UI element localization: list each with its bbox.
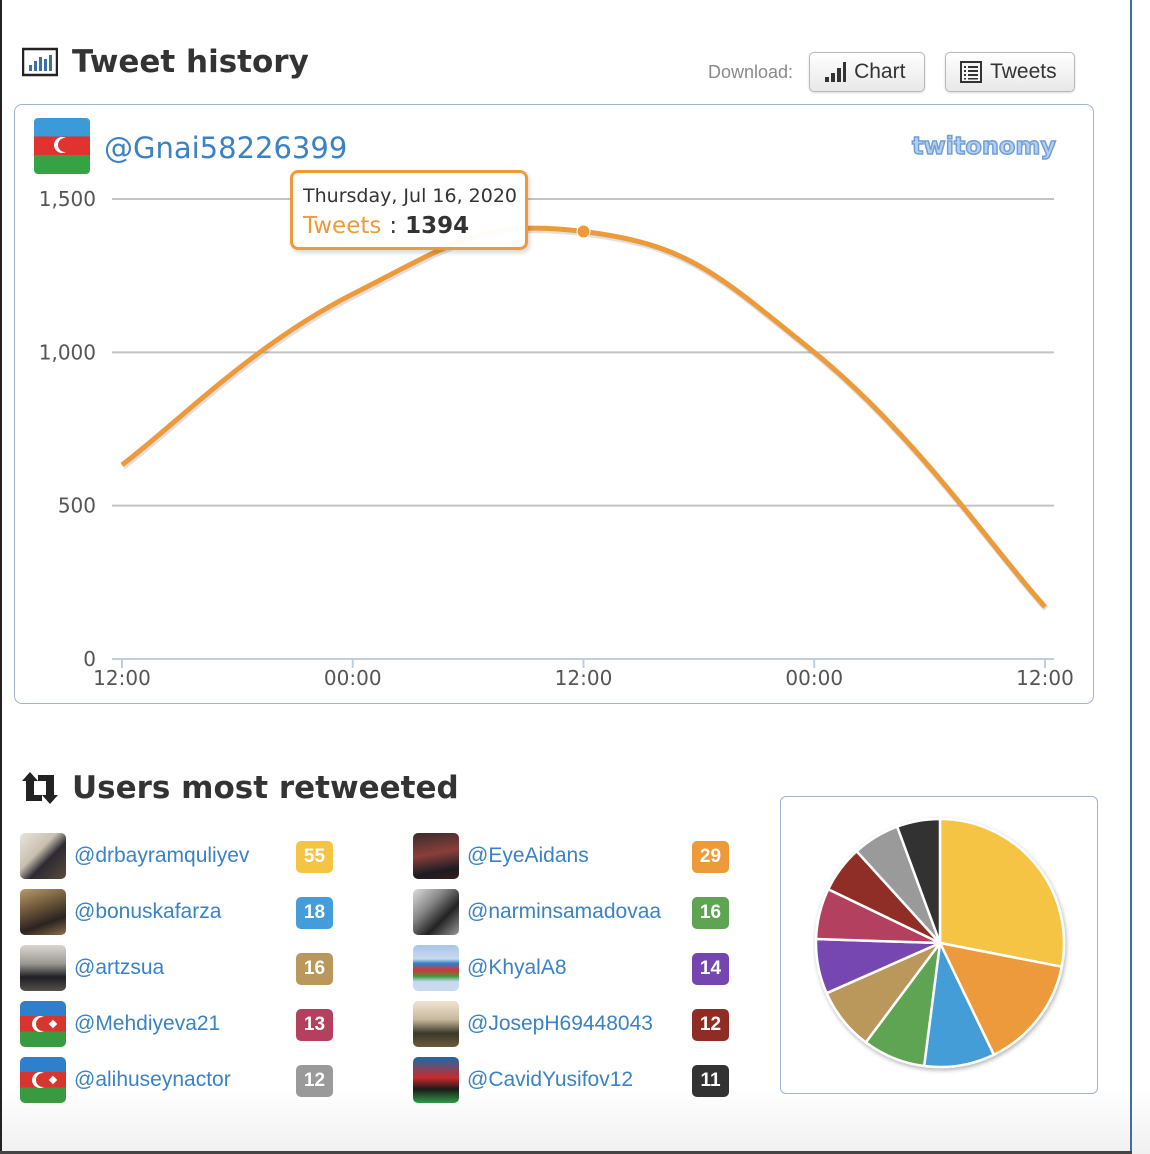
highlighted-data-point[interactable] [576,224,591,239]
user-handle-link[interactable]: @KhyalA8 [467,956,567,980]
retweeted-user-row: @CavidYusifov12 [413,1056,633,1104]
user-handle-link[interactable]: @CavidYusifov12 [467,1068,633,1092]
tooltip-separator: : [389,213,398,239]
user-handle-link[interactable]: @drbayramquliyev [74,844,249,868]
y-tick-label: 1,000 [39,340,96,364]
user-avatar[interactable] [20,945,66,991]
retweeted-user-row: @artzsua [20,944,164,992]
tooltip-value: 1394 [405,213,470,239]
retweet-count-badge: 55 [296,841,333,873]
retweet-count-badge: 29 [692,841,729,873]
retweet-count-badge: 12 [692,1009,729,1041]
user-avatar[interactable] [20,1057,66,1103]
x-tick-label: 12:00 [555,666,613,690]
chart-gridlines [112,198,1054,660]
retweet-count-badge: 11 [692,1065,729,1097]
user-handle-link[interactable]: @bonuskafarza [74,900,221,924]
retweeted-user-row: @EyeAidans [413,832,589,880]
y-axis-ticks: 05001,0001,500 [39,187,96,671]
retweeted-user-row: @Mehdiyeva21 [20,1000,220,1048]
tweet-history-line-chart: 05001,0001,500 12:00 00:00 12:00 00:00 12:00 [39,187,1074,690]
retweeted-user-row: @drbayramquliyev [20,832,249,880]
retweet-icon [22,771,58,805]
user-avatar[interactable] [413,833,459,879]
user-handle-link[interactable]: @JosepH69448043 [467,1012,653,1036]
retweet-count-badge: 16 [296,953,333,985]
retweet-count-badge: 12 [296,1065,333,1097]
series-line-shadow [121,227,1049,611]
x-tick-label: 12:00 [93,666,151,690]
retweeted-user-row: @JosepH69448043 [413,1000,653,1048]
chart-tooltip: Thursday, Jul 16, 2020 Tweets:1394 [290,170,528,250]
users-most-retweeted-title: Users most retweeted [22,770,459,806]
chart-series [120,224,1049,611]
pie-slices [814,817,1066,1069]
retweet-count-badge: 14 [692,953,729,985]
user-handle-link[interactable]: @Mehdiyeva21 [74,1012,220,1036]
user-avatar[interactable] [413,1057,459,1103]
x-axis-ticks: 12:00 00:00 12:00 00:00 12:00 [93,659,1074,690]
x-tick-label: 00:00 [785,666,843,690]
retweeted-user-row: @KhyalA8 [413,944,567,992]
user-handle-link[interactable]: @narminsamadovaa [467,900,661,924]
user-avatar[interactable] [413,1001,459,1047]
x-tick-label: 00:00 [324,666,382,690]
retweeted-user-row: @narminsamadovaa [413,888,661,936]
x-tick-label: 12:00 [1016,666,1074,690]
user-handle-link[interactable]: @artzsua [74,956,164,980]
user-avatar[interactable] [20,889,66,935]
y-tick-label: 500 [58,494,96,518]
user-handle-link[interactable]: @EyeAidans [467,844,589,868]
pie-slice[interactable] [938,817,1066,968]
retweet-count-badge: 16 [692,897,729,929]
user-avatar[interactable] [20,1001,66,1047]
retweeted-pie-panel [780,796,1098,1094]
tooltip-date: Thursday, Jul 16, 2020 [303,185,518,207]
tooltip-series-name: Tweets [303,213,382,239]
user-handle-link[interactable]: @alihuseynactor [74,1068,231,1092]
user-avatar[interactable] [413,945,459,991]
y-tick-label: 1,500 [39,187,96,211]
retweeted-user-row: @bonuskafarza [20,888,221,936]
retweet-count-badge: 18 [296,897,333,929]
retweet-count-badge: 13 [296,1009,333,1041]
series-line-tweets[interactable] [120,225,1047,609]
user-avatar[interactable] [20,833,66,879]
retweeted-pie-chart [814,817,1066,1069]
user-avatar[interactable] [413,889,459,935]
users-most-retweeted-title-text: Users most retweeted [72,770,459,806]
retweeted-user-row: @alihuseynactor [20,1056,231,1104]
